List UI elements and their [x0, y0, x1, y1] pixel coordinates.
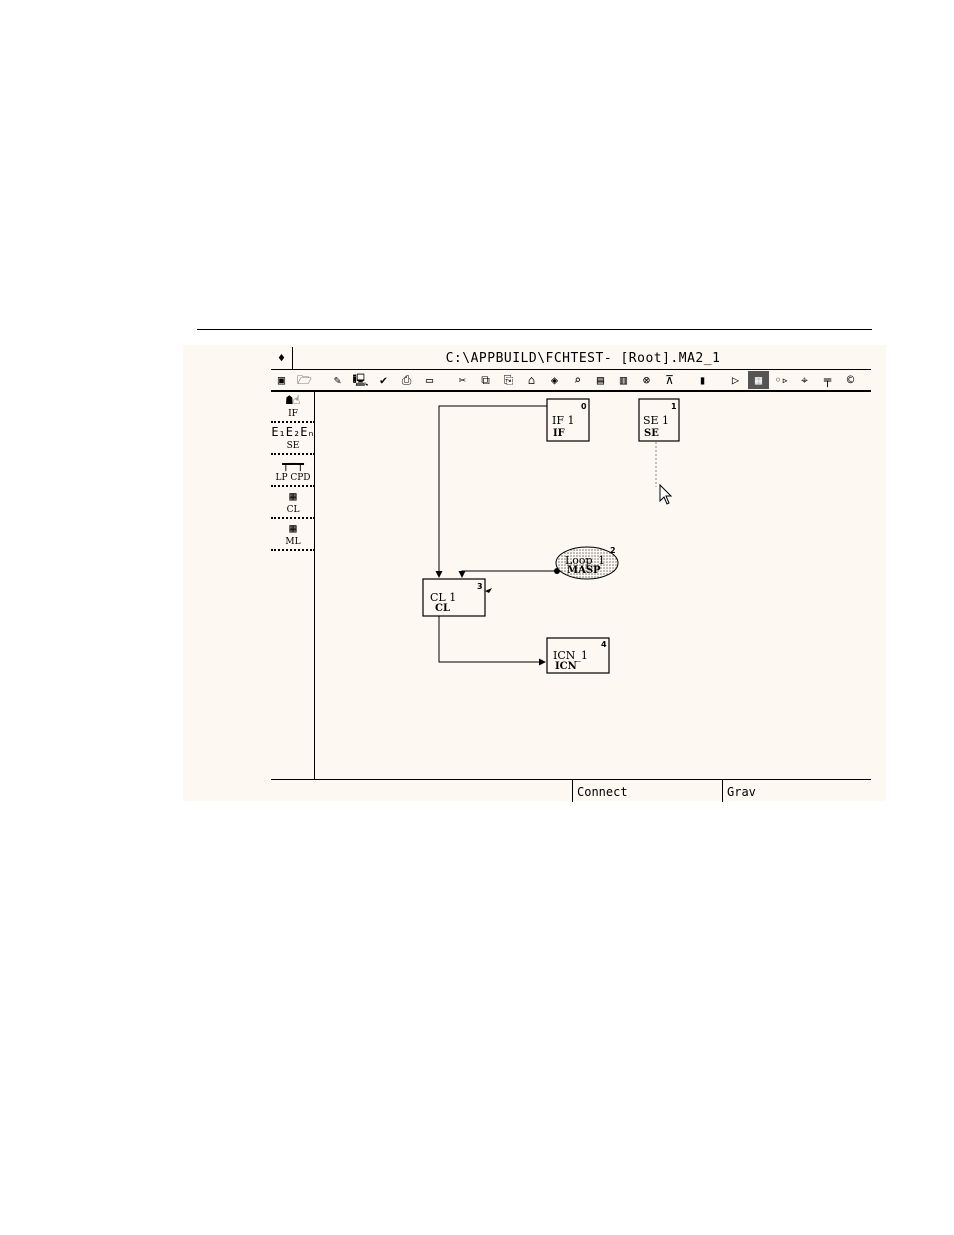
block-se-number: 1: [671, 402, 677, 411]
status-message: [271, 780, 572, 802]
status-bar: Connect Grav: [271, 779, 871, 802]
connection-if-to-cl[interactable]: [435, 405, 547, 578]
block-icn-type: ICN: [555, 661, 577, 672]
status-gravity[interactable]: Grav: [722, 780, 871, 802]
block-cl-type: CL: [435, 603, 450, 614]
block-icn-number: 4: [601, 640, 607, 649]
mouse-cursor-icon: [659, 483, 673, 505]
block-if-type: IF: [553, 428, 565, 439]
application-screen: ♦ C:\APPBUILD\FCHTEST- [Root].MA2_1 ▣ 🗁 ✎ 🖳…: [183, 345, 886, 802]
block-cl-number: 3: [477, 582, 483, 591]
status-mode: Connect: [572, 780, 722, 802]
block-loop[interactable]: Loop_1 MASP 2: [555, 546, 619, 580]
block-if[interactable]: IF 1 IF 0: [546, 398, 590, 442]
block-loop-number: 2: [610, 546, 616, 555]
block-loop-type: MASP: [567, 565, 601, 576]
block-if-number: 0: [581, 402, 587, 411]
page-rule: [197, 329, 872, 330]
block-if-name: IF 1: [552, 414, 574, 427]
block-se[interactable]: SE 1 SE 1: [638, 398, 680, 442]
block-se-type: SE: [644, 428, 659, 439]
block-cl-feedback-arrow-icon: [485, 588, 492, 593]
block-se-name: SE 1: [643, 414, 669, 427]
block-icn[interactable]: ICN_1 ICN 4: [546, 637, 610, 674]
block-cl[interactable]: CL 1 CL 3: [422, 578, 492, 617]
connection-loop-to-cl[interactable]: [458, 570, 557, 578]
diagram-canvas[interactable]: IF 1 IF 0 SE 1 SE 1 Loop_1 MASP 2 CL 1 C…: [183, 345, 886, 801]
connection-cl-to-icn[interactable]: [438, 616, 546, 666]
